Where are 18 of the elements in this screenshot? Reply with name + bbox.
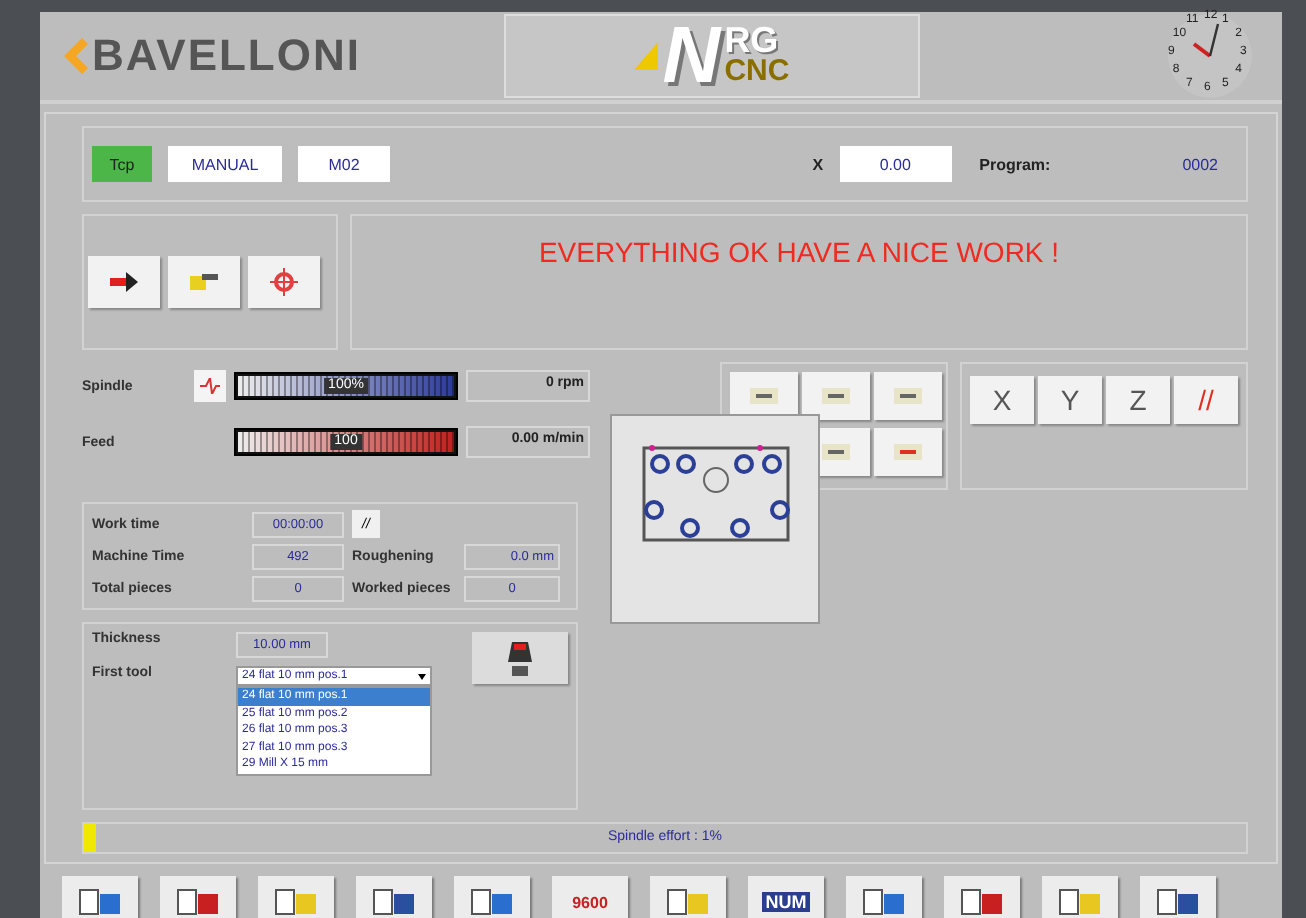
axis-button[interactable]: Z bbox=[1106, 376, 1170, 424]
logo-text: CNC bbox=[724, 56, 790, 86]
axis-button[interactable]: X bbox=[970, 376, 1034, 424]
axis-label: X bbox=[812, 155, 824, 173]
axis-button[interactable]: Y bbox=[1038, 376, 1102, 424]
toolbar-button[interactable]: NUM bbox=[748, 876, 824, 918]
status-message: EVERYTHING OK HAVE A NICE WORK ! bbox=[538, 236, 1060, 268]
logo-letter: N bbox=[662, 16, 721, 96]
mode-field: MANUAL bbox=[168, 146, 282, 182]
axis-field: 0.00 bbox=[839, 146, 952, 182]
program-value: 0002 bbox=[1182, 155, 1218, 173]
code-field: M02 bbox=[298, 146, 390, 182]
brand-name: BAVELLONI bbox=[92, 30, 361, 82]
logo-text: RG bbox=[724, 26, 779, 56]
axis-button[interactable]: // bbox=[1174, 376, 1238, 424]
toolbar-button[interactable]: 9600 bbox=[552, 876, 628, 918]
program-label: Program: bbox=[979, 155, 1051, 173]
mode-badge: Tcp bbox=[92, 146, 152, 182]
